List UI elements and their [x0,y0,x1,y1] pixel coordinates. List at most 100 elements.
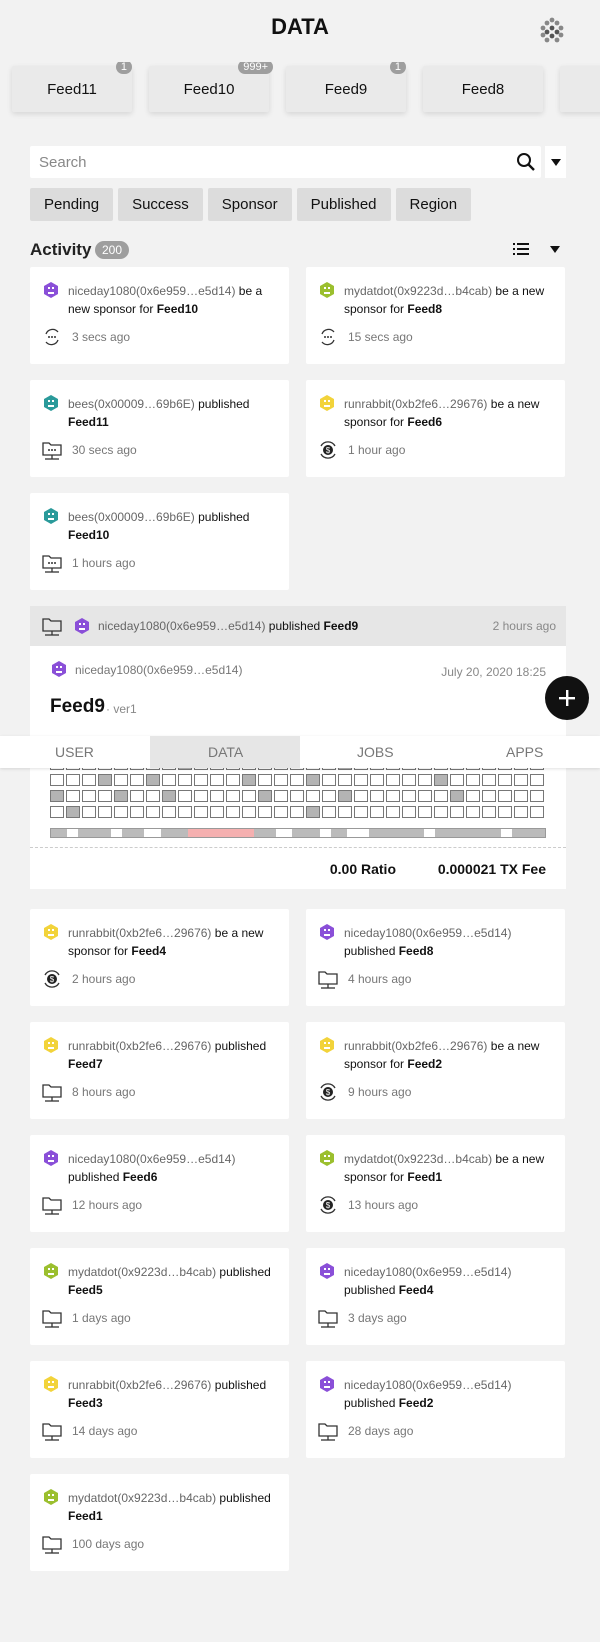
feed-tab[interactable]: Feed9 1 [286,62,406,112]
activity-card[interactable]: mydatdot(0x9223d…b4cab) be a new sponsor… [306,1135,565,1232]
activity-user[interactable]: niceday1080(0x6e959…e5d14) [344,926,511,940]
feed-tab[interactable]: Feed11 1 [12,62,132,112]
publisher-user[interactable]: niceday1080(0x6e959…e5d14) [75,663,242,677]
activity-time: 4 hours ago [348,972,412,986]
activity-feed[interactable]: Feed5 [68,1283,103,1297]
hex-logo-icon[interactable] [538,16,566,44]
section-tab-bar: USER DATA JOBS APPS [0,736,600,768]
activity-card[interactable]: niceday1080(0x6e959…e5d14) published Fee… [306,1248,565,1345]
divider [30,847,566,848]
activity-feed[interactable]: Feed3 [68,1396,103,1410]
grid-cell [514,774,528,786]
activity-user[interactable]: mydatdot(0x9223d…b4cab) [68,1491,216,1505]
tab-apps[interactable]: APPS [450,736,600,768]
activity-feed[interactable]: Feed8 [407,302,442,316]
chevron-down-icon[interactable] [550,246,560,253]
add-button[interactable] [545,676,589,720]
activity-feed[interactable]: Feed6 [407,415,442,429]
folder-icon [42,1310,62,1328]
activity-feed[interactable]: Feed4 [399,1283,434,1297]
tab-data[interactable]: DATA [150,736,300,768]
activity-user[interactable]: runrabbit(0xb2fe6…29676) [344,1039,487,1053]
filter-pending[interactable]: Pending [30,188,114,221]
search-dropdown-button[interactable] [545,146,566,178]
activity-feed[interactable]: Feed7 [68,1057,103,1071]
filter-region[interactable]: Region [395,188,472,221]
grid-cell [338,790,352,802]
activity-card[interactable]: mydatdot(0x9223d…b4cab) be a new sponsor… [306,267,565,364]
activity-feed[interactable]: Feed10 [68,528,109,542]
feed-tab[interactable]: Feed10 999+ [149,62,273,112]
grid-cell [66,790,80,802]
feed-carousel: Feed11 1 Feed10 999+ Feed9 1 Feed8 [0,62,600,122]
activity-action: published [68,1170,123,1184]
activity-text: niceday1080(0x6e959…e5d14) published Fee… [68,1150,279,1186]
activity-text: mydatdot(0x9223d…b4cab) be a new sponsor… [344,282,555,318]
grid-cell [450,774,464,786]
filter-success[interactable]: Success [118,188,203,221]
activity-user[interactable]: niceday1080(0x6e959…e5d14) [344,1265,511,1279]
activity-card[interactable]: niceday1080(0x6e959…e5d14) be a new spon… [30,267,289,364]
grid-cell [466,790,480,802]
filter-sponsor[interactable]: Sponsor [207,188,292,221]
activity-user[interactable]: niceday1080(0x6e959…e5d14) [98,619,265,633]
search-icon[interactable] [516,152,536,172]
activity-user[interactable]: niceday1080(0x6e959…e5d14) [68,284,235,298]
feed-tab[interactable] [560,66,600,112]
activity-card[interactable]: runrabbit(0xb2fe6…29676) published Feed3… [30,1361,289,1458]
activity-card[interactable]: niceday1080(0x6e959…e5d14) published Fee… [306,1361,565,1458]
activity-feed[interactable]: Feed8 [399,944,434,958]
activity-user[interactable]: runrabbit(0xb2fe6…29676) [68,1039,211,1053]
grid-cell [194,806,208,818]
activity-card[interactable]: runrabbit(0xb2fe6…29676) published Feed7… [30,1022,289,1119]
activity-feed[interactable]: Feed6 [123,1170,158,1184]
activity-text: runrabbit(0xb2fe6…29676) be a new sponso… [344,395,555,431]
activity-card[interactable]: runrabbit(0xb2fe6…29676) be a new sponso… [306,380,565,477]
activity-feed[interactable]: Feed1 [407,1170,442,1184]
activity-text: bees(0x00009…69b6E) published Feed11 [68,395,279,431]
activity-feed[interactable]: Feed10 [157,302,198,316]
activity-user[interactable]: mydatdot(0x9223d…b4cab) [68,1265,216,1279]
activity-feed[interactable]: Feed2 [407,1057,442,1071]
activity-card[interactable]: mydatdot(0x9223d…b4cab) published Feed1 1… [30,1474,289,1571]
activity-feed[interactable]: Feed11 [68,415,109,429]
activity-card[interactable]: niceday1080(0x6e959…e5d14) published Fee… [306,909,565,1006]
activity-time: 1 hour ago [348,443,406,457]
grid-cell [498,806,512,818]
grid-cell [354,774,368,786]
grid-cell [274,806,288,818]
tab-user[interactable]: USER [0,736,150,768]
expanded-card-header[interactable]: niceday1080(0x6e959…e5d14) published Fee… [30,606,566,646]
activity-user[interactable]: runrabbit(0xb2fe6…29676) [68,1378,211,1392]
feed-version: · ver1 [106,702,137,716]
search-input[interactable] [30,146,490,178]
activity-card[interactable]: bees(0x00009…69b6E) published Feed10 1 ho… [30,493,289,590]
activity-time: 1 days ago [72,1311,131,1325]
activity-user[interactable]: niceday1080(0x6e959…e5d14) [344,1378,511,1392]
activity-user[interactable]: runrabbit(0xb2fe6…29676) [344,397,487,411]
list-view-icon[interactable] [513,242,529,256]
activity-user[interactable]: mydatdot(0x9223d…b4cab) [344,284,492,298]
tab-jobs[interactable]: JOBS [300,736,450,768]
activity-card[interactable]: mydatdot(0x9223d…b4cab) published Feed5 1… [30,1248,289,1345]
activity-time: 8 hours ago [72,1085,136,1099]
filter-published[interactable]: Published [296,188,391,221]
activity-feed[interactable]: Feed4 [131,944,166,958]
activity-text: runrabbit(0xb2fe6…29676) be a new sponso… [344,1037,555,1073]
activity-feed[interactable]: Feed1 [68,1509,103,1523]
activity-feed[interactable]: Feed9 [324,619,359,633]
activity-card[interactable]: bees(0x00009…69b6E) published Feed11 30 s… [30,380,289,477]
activity-action: published [194,510,250,524]
activity-user[interactable]: bees(0x00009…69b6E) [68,397,195,411]
activity-user[interactable]: mydatdot(0x9223d…b4cab) [344,1152,492,1166]
activity-card[interactable]: niceday1080(0x6e959…e5d14) published Fee… [30,1135,289,1232]
activity-header: Activity 200 [30,236,566,262]
activity-card[interactable]: runrabbit(0xb2fe6…29676) be a new sponso… [306,1022,565,1119]
activity-card[interactable]: runrabbit(0xb2fe6…29676) be a new sponso… [30,909,289,1006]
activity-user[interactable]: runrabbit(0xb2fe6…29676) [68,926,211,940]
activity-user[interactable]: niceday1080(0x6e959…e5d14) [68,1152,235,1166]
activity-user[interactable]: bees(0x00009…69b6E) [68,510,195,524]
feed-tab[interactable]: Feed8 [423,66,543,112]
activity-feed[interactable]: Feed2 [399,1396,434,1410]
activity-time: 15 secs ago [348,330,413,344]
